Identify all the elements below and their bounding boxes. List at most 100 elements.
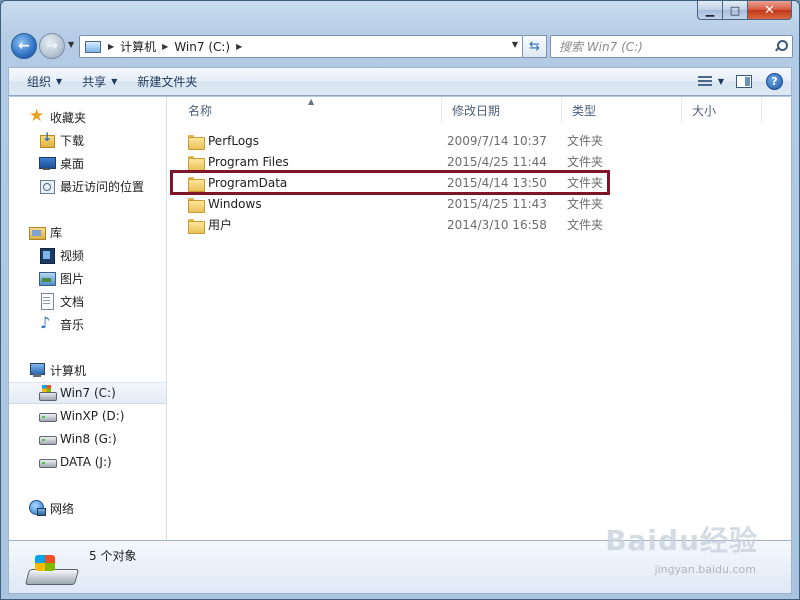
nav-favorites[interactable]: 收藏夹 [9, 106, 166, 128]
nav-label: 图片 [60, 271, 85, 286]
nav-label: 收藏夹 [50, 110, 87, 125]
downloads-icon [39, 130, 55, 148]
column-header-size[interactable]: 大小 [682, 97, 762, 123]
folder-icon [188, 176, 205, 192]
table-row[interactable]: Windows 2015/4/25 11:43 文件夹 [178, 193, 608, 214]
organize-button[interactable]: 组织 ▼ [9, 68, 72, 95]
nav-label: 网络 [50, 501, 75, 516]
item-count: 5 个对象 [89, 549, 137, 563]
close-button[interactable]: ✕ [748, 1, 792, 20]
computer-icon [84, 40, 102, 54]
breadcrumb-chevron-icon[interactable]: ▶ [236, 42, 242, 51]
help-icon[interactable]: ? [766, 73, 783, 90]
video-icon [39, 247, 55, 264]
documents-icon [39, 293, 55, 310]
column-header-name[interactable]: 名称 [178, 97, 442, 123]
address-bar[interactable]: ▶ 计算机 ▶ Win7 (C:) ▶ ▼ [79, 35, 523, 58]
column-label: 修改日期 [452, 103, 501, 118]
breadcrumb-chevron-icon[interactable]: ▶ [108, 42, 114, 51]
navigation-pane[interactable]: 收藏夹 下载 桌面 最近访问的位置 库 视频 [9, 97, 167, 540]
watermark-logo: Baidu经验 [605, 524, 758, 557]
desktop-icon [39, 155, 56, 171]
command-bar: 组织 ▼ 共享 ▼ 新建文件夹 ▼ ? [8, 67, 792, 96]
network-icon [29, 500, 46, 516]
breadcrumb-chevron-icon[interactable]: ▶ [162, 42, 168, 51]
content-area: 收藏夹 下载 桌面 最近访问的位置 库 视频 [8, 97, 792, 540]
system-drive-icon [39, 385, 57, 401]
nav-libraries[interactable]: 库 [9, 221, 166, 243]
view-dropdown-icon[interactable]: ▼ [718, 77, 724, 86]
column-header-date[interactable]: 修改日期 [442, 97, 562, 123]
nav-item-recent-places[interactable]: 最近访问的位置 [9, 175, 166, 197]
file-date: 2009/7/14 10:37 [447, 133, 547, 148]
table-row[interactable]: Program Files 2015/4/25 11:44 文件夹 [178, 151, 608, 172]
search-icon[interactable] [774, 40, 788, 52]
navigation-row: ← → ▼ ▶ 计算机 ▶ Win7 (C:) ▶ ▼ ⇆ [9, 31, 793, 63]
nav-network[interactable]: 网络 [9, 497, 166, 519]
file-list[interactable]: ▲ 名称 修改日期 类型 大小 PerfLogs 2009/7/14 10:37… [168, 97, 791, 540]
table-row[interactable]: ProgramData 2015/4/14 13:50 文件夹 [178, 172, 608, 193]
column-label: 类型 [572, 103, 597, 118]
nav-item-drive-g[interactable]: Win8 (G:) [9, 428, 166, 450]
file-date: 2015/4/25 11:43 [447, 196, 547, 211]
nav-label: 视频 [60, 248, 85, 263]
nav-label: DATA (J:) [60, 455, 112, 469]
file-name: PerfLogs [208, 133, 260, 148]
folder-icon [188, 155, 205, 171]
column-header-type[interactable]: 类型 [562, 97, 682, 123]
view-options-icon[interactable] [696, 75, 714, 88]
maximize-button[interactable]: □ [723, 1, 748, 20]
forward-button[interactable]: → [39, 33, 65, 59]
nav-item-videos[interactable]: 视频 [9, 244, 166, 266]
search-input[interactable] [551, 36, 761, 57]
chevron-down-icon: ▼ [68, 40, 75, 49]
back-button[interactable]: ← [11, 33, 37, 59]
folder-icon [188, 197, 205, 213]
breadcrumb-computer[interactable]: 计算机 [120, 38, 156, 55]
arrow-left-icon: ← [18, 38, 30, 54]
file-type: 文件夹 [567, 176, 604, 190]
search-box[interactable] [550, 35, 793, 58]
nav-item-pictures[interactable]: 图片 [9, 267, 166, 289]
hard-drive-icon [39, 454, 57, 470]
nav-item-drive-d[interactable]: WinXP (D:) [9, 405, 166, 427]
chevron-down-icon: ▼ [111, 77, 118, 86]
file-name: ProgramData [208, 175, 288, 190]
column-label: 名称 [188, 103, 213, 118]
nav-item-drive-c[interactable]: Win7 (C:) [9, 382, 166, 404]
nav-label: 桌面 [60, 156, 85, 171]
nav-item-documents[interactable]: 文档 [9, 290, 166, 312]
recent-pages-button[interactable]: ▼ [68, 40, 74, 49]
system-drive-icon [27, 553, 77, 587]
table-row[interactable]: 用户 2014/3/10 16:58 文件夹 [178, 214, 608, 235]
file-type: 文件夹 [567, 134, 604, 148]
nav-computer[interactable]: 计算机 [9, 359, 166, 381]
file-date: 2015/4/14 13:50 [447, 175, 547, 190]
organize-label: 组织 [27, 75, 52, 89]
column-label: 大小 [692, 103, 717, 118]
share-button[interactable]: 共享 ▼ [72, 68, 127, 95]
new-folder-button[interactable]: 新建文件夹 [127, 68, 207, 95]
nav-item-desktop[interactable]: 桌面 [9, 152, 166, 174]
file-date: 2015/4/25 11:44 [447, 154, 547, 169]
address-dropdown-icon[interactable]: ▼ [512, 40, 518, 49]
hard-drive-icon [39, 408, 57, 424]
nav-item-drive-j[interactable]: DATA (J:) [9, 451, 166, 473]
breadcrumb-drive[interactable]: Win7 (C:) [174, 40, 230, 54]
nav-item-downloads[interactable]: 下载 [9, 129, 166, 151]
caption-buttons: ▁ □ ✕ [697, 1, 792, 20]
recent-places-icon [39, 178, 55, 194]
music-icon [39, 313, 55, 332]
nav-label: 下载 [60, 133, 85, 148]
file-name: Program Files [208, 154, 289, 169]
watermark-url: jingyan.baidu.com [654, 563, 756, 576]
preview-pane-icon[interactable] [736, 75, 752, 88]
table-row[interactable]: PerfLogs 2009/7/14 10:37 文件夹 [178, 130, 608, 151]
arrow-right-icon: → [46, 38, 58, 54]
nav-label: Win8 (G:) [60, 432, 117, 446]
toolbar-right: ▼ ? [696, 68, 791, 95]
refresh-button[interactable]: ⇆ [523, 35, 547, 58]
nav-label: 计算机 [50, 363, 87, 378]
minimize-button[interactable]: ▁ [697, 1, 723, 20]
nav-item-music[interactable]: 音乐 [9, 313, 166, 335]
